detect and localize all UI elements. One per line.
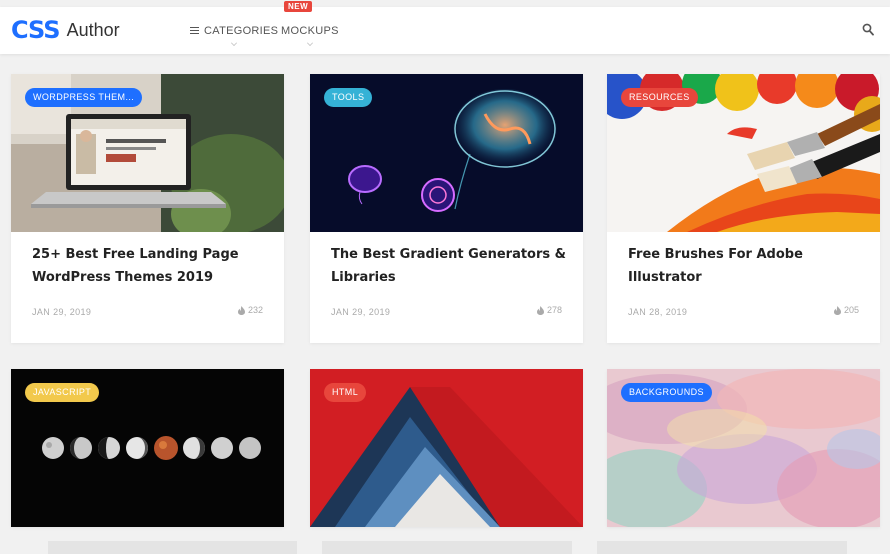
post-card[interactable]: WORDPRESS THEM... 25+ Best Free Landing …: [11, 74, 284, 343]
post-date: JAN 28, 2019: [628, 307, 688, 317]
flame-icon: [833, 305, 841, 315]
logo-text: Author: [66, 20, 120, 40]
category-tag[interactable]: JAVASCRIPT: [25, 383, 100, 402]
new-badge: NEW: [284, 1, 313, 12]
chevron-down-icon: [306, 40, 313, 46]
post-card[interactable]: RESOURCES Free Brushes For Adobe Illustr…: [607, 74, 880, 343]
search-icon[interactable]: [862, 23, 874, 37]
flame-icon: [237, 305, 245, 315]
post-card[interactable]: HTML: [310, 369, 583, 527]
post-date: JAN 29, 2019: [331, 307, 391, 317]
post-card[interactable]: JAVASCRIPT: [11, 369, 284, 527]
nav-mockups-label: MOCKUPS: [281, 24, 339, 37]
nav-categories[interactable]: CATEGORIES: [190, 7, 278, 54]
post-views-count: 278: [546, 305, 562, 315]
post-card[interactable]: BACKGROUNDS: [607, 369, 880, 527]
post-views-count: 232: [247, 305, 263, 315]
category-tag[interactable]: RESOURCES: [621, 88, 698, 107]
flame-icon: [536, 305, 544, 315]
post-title[interactable]: 25+ Best Free Landing Page WordPress The…: [32, 244, 267, 289]
post-card[interactable]: TOOLS The Best Gradient Generators & Lib…: [310, 74, 583, 343]
top-strip: [0, 0, 890, 7]
post-title[interactable]: Free Brushes For Adobe Illustrator: [628, 244, 863, 289]
post-thumbnail-laptop[interactable]: WORDPRESS THEM...: [11, 74, 284, 232]
nav-categories-label: CATEGORIES: [204, 24, 279, 37]
nav-mockups[interactable]: MOCKUPS: [281, 7, 339, 54]
chevron-down-icon: [231, 40, 238, 46]
category-tag[interactable]: WORDPRESS THEM...: [25, 88, 143, 107]
placeholder-bar: [597, 541, 847, 554]
post-date: JAN 29, 2019: [32, 307, 92, 317]
category-tag[interactable]: BACKGROUNDS: [621, 383, 712, 402]
post-views: 232: [237, 305, 263, 315]
site-header: CSS Author CATEGORIES MOCKUPS: [0, 7, 890, 54]
post-title[interactable]: The Best Gradient Generators & Libraries: [331, 244, 566, 289]
post-thumbnail-jellyfish[interactable]: TOOLS: [310, 74, 583, 232]
post-thumbnail-moon-phases[interactable]: JAVASCRIPT: [11, 369, 284, 527]
post-thumbnail-paper-layers[interactable]: HTML: [310, 369, 583, 527]
post-thumbnail-pastel-texture[interactable]: BACKGROUNDS: [607, 369, 880, 527]
category-tag[interactable]: HTML: [324, 383, 367, 402]
post-views-count: 205: [843, 305, 859, 315]
placeholder-bar: [48, 541, 297, 554]
post-views: 205: [833, 305, 859, 315]
category-tag[interactable]: TOOLS: [324, 88, 373, 107]
site-logo[interactable]: CSS Author: [11, 18, 120, 42]
logo-mark: CSS: [11, 16, 61, 44]
placeholder-bar: [322, 541, 572, 554]
post-thumbnail-paintbrushes[interactable]: RESOURCES: [607, 74, 880, 232]
post-views: 278: [536, 305, 562, 315]
hamburger-icon: [190, 27, 199, 34]
